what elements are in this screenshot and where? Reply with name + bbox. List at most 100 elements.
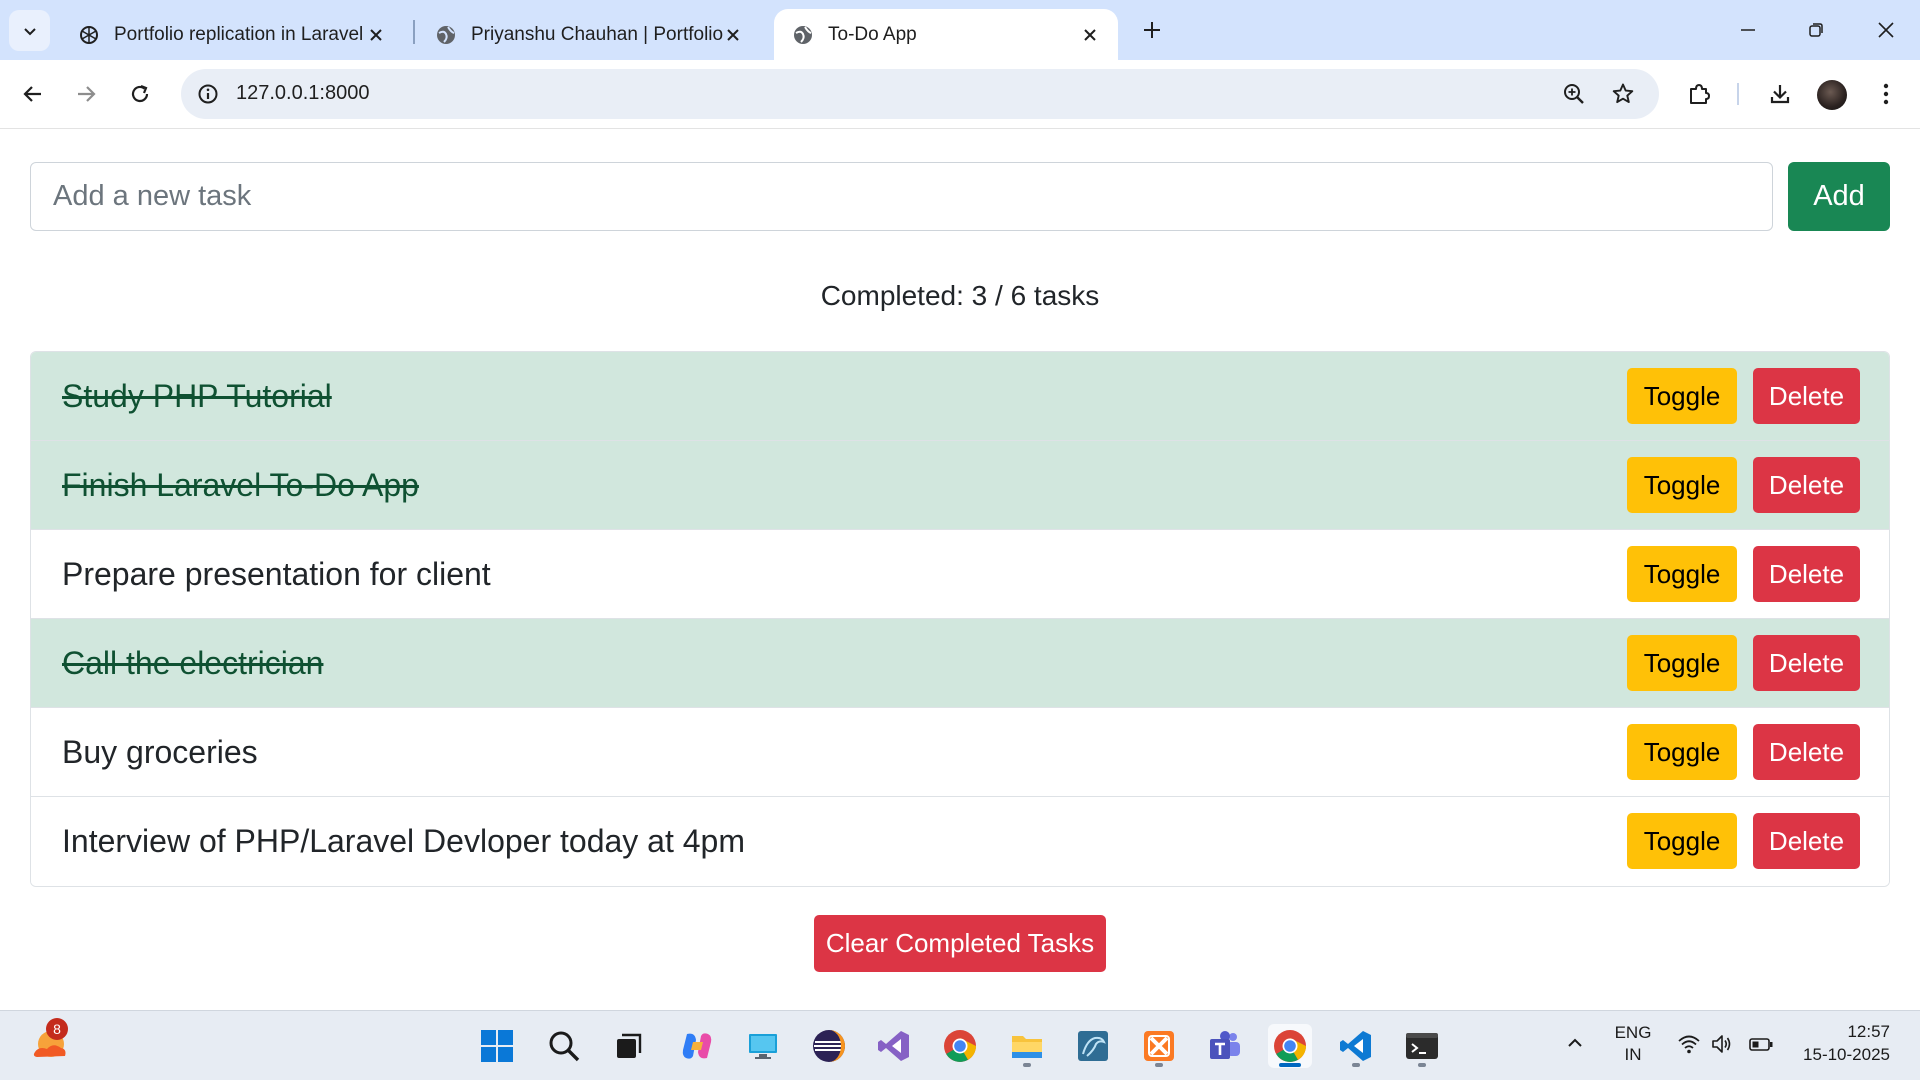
region-code: IN (1624, 1045, 1642, 1064)
forward-button[interactable] (67, 75, 105, 113)
tab-priyanshu-portfolio[interactable]: Priyanshu Chauhan | Portfolio (417, 9, 761, 60)
task-list: Study PHP Tutorial Toggle Delete Finish … (30, 351, 1890, 887)
chevron-up-icon (1568, 1038, 1582, 1047)
add-task-button[interactable]: Add (1788, 162, 1890, 231)
file-explorer-icon[interactable] (1005, 1024, 1049, 1068)
more-vertical-icon (1883, 83, 1889, 105)
reload-icon (131, 84, 149, 103)
tab-strip: Portfolio replication in Laravel Priyans… (0, 0, 1920, 60)
battery-icon[interactable] (1748, 1031, 1774, 1057)
globe-icon (792, 24, 814, 46)
new-tab-button[interactable] (1136, 14, 1168, 46)
chrome-active-icon[interactable] (1268, 1024, 1312, 1068)
remote-desktop-icon[interactable] (741, 1024, 785, 1068)
tab-portfolio-replication[interactable]: Portfolio replication in Laravel (60, 9, 404, 60)
plus-icon (1144, 22, 1160, 38)
browser-menu-button[interactable] (1867, 75, 1905, 113)
chevron-down-icon (23, 27, 36, 35)
site-info-icon[interactable] (195, 81, 221, 107)
delete-button[interactable]: Delete (1753, 724, 1860, 780)
toggle-button[interactable]: Toggle (1627, 368, 1737, 424)
todo-page: Add Completed: 3 / 6 tasks Study PHP Tut… (0, 130, 1920, 1010)
delete-button[interactable]: Delete (1753, 813, 1860, 869)
toggle-button[interactable]: Toggle (1627, 546, 1737, 602)
task-text: Interview of PHP/Laravel Devloper today … (62, 823, 745, 859)
system-clock[interactable]: 12:57 15-10-2025 (1790, 1020, 1890, 1066)
delete-button[interactable]: Delete (1753, 546, 1860, 602)
reload-button[interactable] (121, 75, 159, 113)
delete-button[interactable]: Delete (1753, 457, 1860, 513)
completed-counter: Completed: 3 / 6 tasks (0, 280, 1920, 312)
toggle-button[interactable]: Toggle (1627, 635, 1737, 691)
running-indicator (1418, 1063, 1426, 1067)
visual-studio-icon[interactable] (872, 1024, 916, 1068)
restore-icon (1809, 23, 1823, 37)
eclipse-icon[interactable] (807, 1024, 851, 1068)
language-indicator[interactable]: ENG IN (1608, 1022, 1658, 1066)
toggle-button[interactable]: Toggle (1627, 724, 1737, 780)
downloads-button[interactable] (1761, 75, 1799, 113)
address-bar[interactable]: 127.0.0.1:8000 (181, 69, 1659, 119)
delete-button[interactable]: Delete (1753, 635, 1860, 691)
browser-toolbar: 127.0.0.1:8000 (0, 60, 1920, 129)
tab-title: To-Do App (828, 23, 917, 45)
restore-button[interactable] (1798, 14, 1834, 46)
xampp-icon[interactable] (1137, 1024, 1181, 1068)
task-row: Finish Laravel To-Do App Toggle Delete (31, 441, 1889, 530)
url-text[interactable]: 127.0.0.1:8000 (236, 82, 369, 105)
task-row: Prepare presentation for client Toggle D… (31, 530, 1889, 619)
task-view-icon[interactable] (607, 1024, 651, 1068)
copilot-icon[interactable] (675, 1024, 719, 1068)
task-row: Call the electrician Toggle Delete (31, 619, 1889, 708)
tab-title: Priyanshu Chauhan | Portfolio (471, 23, 723, 45)
show-hidden-icons-button[interactable] (1562, 1030, 1588, 1056)
chrome-icon[interactable] (938, 1024, 982, 1068)
toggle-button[interactable]: Toggle (1627, 813, 1737, 869)
clear-completed-button[interactable]: Clear Completed Tasks (814, 915, 1106, 972)
tab-search-button[interactable] (9, 10, 50, 51)
volume-icon[interactable] (1709, 1031, 1735, 1057)
toolbar-divider (1737, 83, 1739, 105)
task-row: Buy groceries Toggle Delete (31, 708, 1889, 797)
teams-icon[interactable] (1203, 1024, 1247, 1068)
back-button[interactable] (14, 75, 52, 113)
language-code: ENG (1614, 1023, 1652, 1042)
task-row: Interview of PHP/Laravel Devloper today … (31, 797, 1889, 886)
bookmark-star-icon[interactable] (1609, 80, 1637, 108)
window-close-button[interactable] (1868, 14, 1904, 46)
close-icon[interactable] (723, 25, 743, 45)
windows-start-icon[interactable] (475, 1024, 519, 1068)
notification-badge: 8 (46, 1018, 68, 1040)
minimize-button[interactable] (1730, 14, 1766, 46)
extensions-button[interactable] (1680, 75, 1718, 113)
arrow-left-icon (23, 86, 41, 102)
mysql-workbench-icon[interactable] (1071, 1024, 1115, 1068)
wifi-icon[interactable] (1676, 1031, 1702, 1057)
profile-avatar[interactable] (1817, 80, 1847, 110)
task-text: Buy groceries (62, 734, 258, 770)
minimize-icon (1741, 29, 1755, 31)
new-task-input[interactable] (30, 162, 1773, 231)
completed-counter-text: Completed: 3 / 6 tasks (820, 280, 1100, 311)
openai-icon (78, 24, 100, 46)
close-icon[interactable] (366, 25, 386, 45)
tab-todo-app[interactable]: To-Do App (774, 9, 1118, 60)
toggle-button[interactable]: Toggle (1627, 457, 1737, 513)
tab-separator (413, 20, 415, 44)
running-indicator (1155, 1063, 1163, 1067)
task-text: Study PHP Tutorial (62, 378, 332, 414)
terminal-icon[interactable] (1400, 1024, 1444, 1068)
tab-title: Portfolio replication in Laravel (114, 23, 364, 45)
delete-button[interactable]: Delete (1753, 368, 1860, 424)
download-icon (1770, 85, 1790, 104)
zoom-icon[interactable] (1560, 80, 1588, 108)
search-icon[interactable] (542, 1024, 586, 1068)
clock-time: 12:57 (1847, 1022, 1890, 1041)
running-indicator (1352, 1063, 1360, 1067)
vscode-icon[interactable] (1334, 1024, 1378, 1068)
running-indicator (1023, 1063, 1031, 1067)
close-icon (1878, 22, 1894, 38)
close-icon[interactable] (1080, 25, 1100, 45)
task-text: Finish Laravel To-Do App (62, 467, 419, 503)
globe-icon (435, 24, 457, 46)
